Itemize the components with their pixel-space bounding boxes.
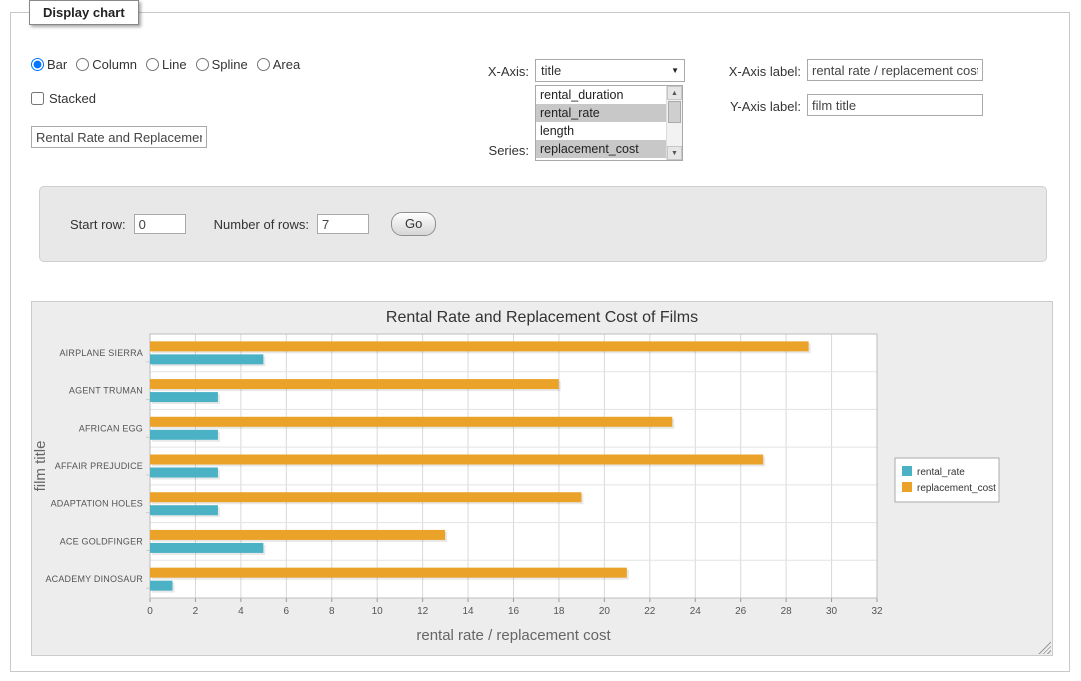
legend-item-replacement_cost[interactable]: replacement_cost	[902, 482, 996, 494]
bar-rental_rate	[150, 468, 218, 478]
bar-replacement_cost	[150, 455, 763, 465]
radio-option-label: Bar	[47, 57, 67, 72]
y-axis-label-field-label: Y-Axis label:	[717, 99, 801, 114]
y-axis-label-input[interactable]	[807, 94, 983, 116]
number-of-rows-label: Number of rows:	[214, 217, 309, 232]
x-tick-label: 4	[238, 606, 244, 617]
start-row-label: Start row:	[70, 217, 126, 232]
legend-swatch-rental_rate	[902, 466, 912, 476]
radio-bar[interactable]	[31, 58, 44, 71]
y-axis-title: film title	[32, 441, 49, 492]
go-button[interactable]: Go	[391, 212, 436, 236]
x-axis-select[interactable]: title ▼	[535, 59, 685, 82]
bar-rental_rate	[150, 543, 263, 553]
x-tick-label: 8	[329, 606, 335, 617]
category-label: AIRPLANE SIERRA	[59, 348, 143, 358]
x-tick-label: 28	[781, 606, 793, 617]
series-listbox[interactable]: rental_durationrental_ratelengthreplacem…	[535, 85, 683, 161]
row-range-panel: Start row: Number of rows: Go	[39, 186, 1047, 262]
start-row-input[interactable]	[134, 214, 186, 234]
x-axis-label-input[interactable]	[807, 59, 983, 81]
category-label: ACE GOLDFINGER	[60, 536, 144, 546]
x-tick-label: 12	[417, 606, 429, 617]
x-tick-label: 32	[871, 606, 883, 617]
x-tick-label: 10	[372, 606, 384, 617]
legend-swatch-replacement_cost	[902, 482, 912, 492]
radio-option-label: Spline	[212, 57, 248, 72]
chart-type-option-line[interactable]: Line	[146, 57, 187, 72]
radio-option-label: Column	[92, 57, 137, 72]
select-dropdown-arrow-icon: ▼	[671, 66, 679, 75]
x-tick-label: 18	[553, 606, 565, 617]
x-tick-label: 14	[463, 606, 475, 617]
chart-type-radio-group: Bar Column Line Spline Area	[31, 57, 300, 72]
chart-container: Rental Rate and Replacement Cost of Film…	[31, 301, 1053, 656]
x-tick-label: 20	[599, 606, 611, 617]
stacked-label: Stacked	[49, 91, 96, 106]
scrollbar-thumb[interactable]	[668, 101, 681, 123]
x-tick-label: 22	[644, 606, 656, 617]
bar-replacement_cost	[150, 492, 581, 502]
x-tick-label: 24	[690, 606, 702, 617]
radio-option-label: Area	[273, 57, 300, 72]
legend-label-replacement_cost: replacement_cost	[917, 483, 996, 494]
series-option-rental_rate[interactable]: rental_rate	[536, 104, 666, 122]
bar-rental_rate	[150, 392, 218, 402]
legend-label-rental_rate: rental_rate	[917, 467, 965, 478]
stacked-checkbox[interactable]	[31, 92, 44, 105]
chart-type-option-area[interactable]: Area	[257, 57, 300, 72]
radio-line[interactable]	[146, 58, 159, 71]
series-list-scrollbar[interactable]: ▲ ▼	[666, 86, 682, 160]
x-axis-selected-value: title	[541, 63, 561, 78]
chart-type-option-spline[interactable]: Spline	[196, 57, 248, 72]
scroll-down-icon[interactable]: ▼	[667, 146, 682, 160]
x-axis-title: rental rate / replacement cost	[416, 627, 611, 644]
bar-replacement_cost	[150, 341, 809, 351]
category-label: AGENT TRUMAN	[69, 386, 143, 396]
chart-title-input[interactable]	[31, 126, 207, 148]
number-of-rows-input[interactable]	[317, 214, 369, 234]
bar-rental_rate	[150, 430, 218, 440]
series-option-replacement_cost[interactable]: replacement_cost	[536, 140, 666, 158]
display-chart-panel: Display chart BarColumnLineSplineArea St…	[10, 12, 1070, 672]
x-tick-label: 0	[147, 606, 153, 617]
bar-replacement_cost	[150, 530, 445, 540]
x-axis-label-field-label: X-Axis label:	[717, 64, 801, 79]
bar-replacement_cost	[150, 568, 627, 578]
bar-chart: 02468101214161820222426283032AIRPLANE SI…	[32, 330, 1052, 650]
radio-column[interactable]	[76, 58, 89, 71]
category-label: AFFAIR PREJUDICE	[55, 461, 143, 471]
radio-option-label: Line	[162, 57, 187, 72]
bar-rental_rate	[150, 581, 172, 591]
panel-title: Display chart	[29, 0, 139, 25]
series-options: rental_durationrental_ratelengthreplacem…	[536, 86, 666, 160]
x-tick-label: 26	[735, 606, 747, 617]
series-option-length[interactable]: length	[536, 122, 666, 140]
x-tick-label: 6	[284, 606, 290, 617]
chart-type-option-bar[interactable]: Bar	[31, 57, 67, 72]
series-field-label: Series:	[469, 143, 529, 158]
scroll-up-icon[interactable]: ▲	[667, 86, 682, 100]
x-tick-label: 2	[193, 606, 199, 617]
legend-box	[895, 458, 999, 502]
category-label: ADAPTATION HOLES	[51, 499, 143, 509]
bar-rental_rate	[150, 354, 263, 364]
category-label: ACADEMY DINOSAUR	[45, 574, 143, 584]
series-option-rental_duration[interactable]: rental_duration	[536, 86, 666, 104]
radio-area[interactable]	[257, 58, 270, 71]
radio-spline[interactable]	[196, 58, 209, 71]
category-label: AFRICAN EGG	[79, 423, 143, 433]
stacked-row: Stacked	[31, 91, 96, 106]
x-tick-label: 16	[508, 606, 520, 617]
bar-replacement_cost	[150, 379, 559, 389]
bar-rental_rate	[150, 505, 218, 515]
bar-replacement_cost	[150, 417, 672, 427]
x-axis-field-label: X-Axis:	[469, 64, 529, 79]
chart-type-option-column[interactable]: Column	[76, 57, 137, 72]
x-tick-label: 30	[826, 606, 838, 617]
chart-title: Rental Rate and Replacement Cost of Film…	[32, 302, 1052, 330]
